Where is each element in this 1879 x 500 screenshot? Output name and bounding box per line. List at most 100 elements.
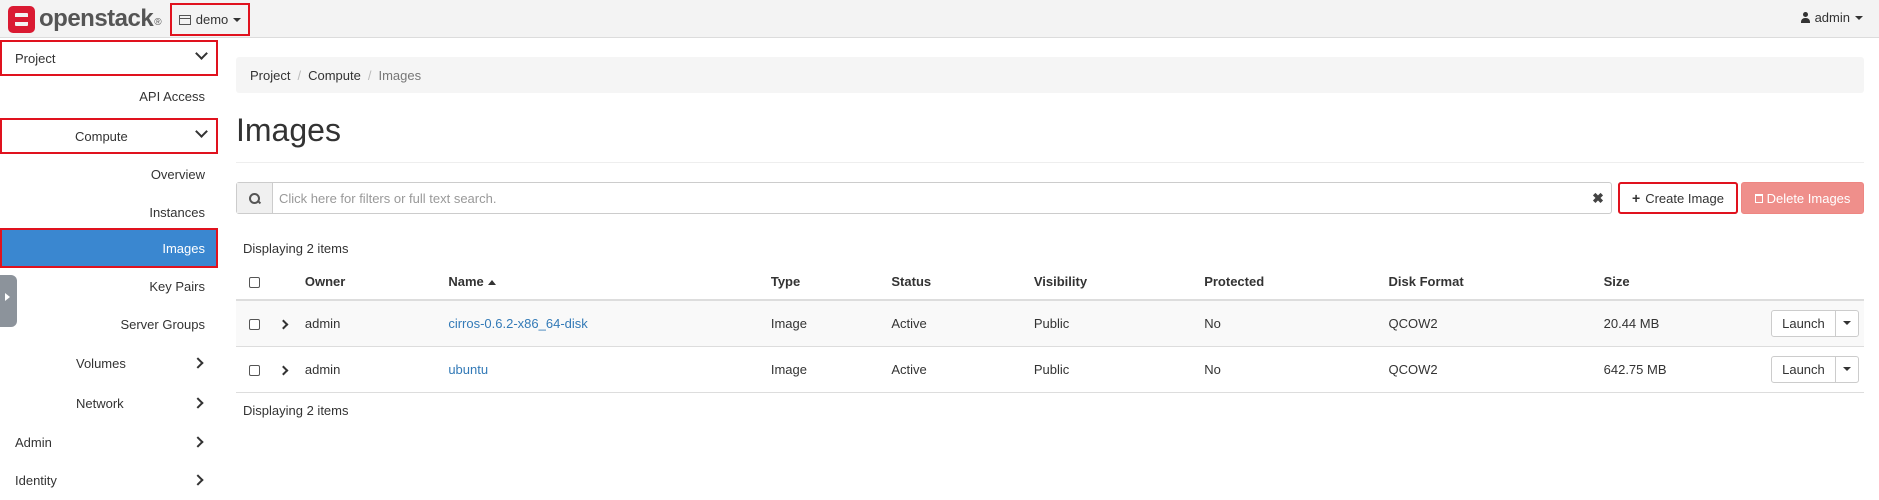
table-header-row: Owner Name Type Status Visibility Protec… (236, 264, 1864, 301)
create-image-button[interactable]: + Create Image (1618, 182, 1738, 214)
trash-icon (1754, 193, 1763, 203)
sidebar-item-label: Network (76, 395, 124, 411)
cell-name: ubuntu (448, 346, 771, 393)
row-actions-dropdown[interactable] (1836, 311, 1858, 336)
user-icon (1800, 12, 1810, 23)
cell-actions: Launch (1770, 346, 1864, 393)
sidebar-item-project[interactable]: Project (0, 40, 218, 76)
row-actions-dropdown[interactable] (1836, 357, 1858, 382)
cell-size: 642.75 MB (1603, 346, 1771, 393)
delete-images-label: Delete Images (1766, 190, 1851, 206)
image-name-link[interactable]: ubuntu (448, 362, 488, 377)
column-header-protected[interactable]: Protected (1204, 264, 1389, 301)
row-expand-cell (260, 300, 305, 347)
sidebar-item-images[interactable]: Images (0, 228, 218, 268)
row-select-cell (236, 346, 260, 393)
sidebar-item-overview[interactable]: Overview (0, 156, 218, 192)
sidebar-item-server-groups[interactable]: Server Groups (0, 306, 218, 342)
logo-text: openstack (39, 5, 154, 32)
top-navbar: openstack ® demo admin (0, 0, 1879, 38)
select-all-cell (236, 264, 260, 301)
sidebar-item-volumes[interactable]: Volumes (0, 345, 218, 381)
sidebar-toggle-handle[interactable] (0, 275, 17, 327)
caret-down-icon (1842, 321, 1851, 326)
user-menu-label: admin (1814, 10, 1850, 25)
breadcrumb-item-images: Images (378, 67, 422, 83)
caret-down-icon (233, 17, 242, 22)
cell-disk-format: QCOW2 (1388, 346, 1604, 393)
breadcrumb-separator: / (367, 67, 372, 83)
search-icon (249, 192, 260, 204)
cell-protected: No (1204, 300, 1389, 347)
column-header-disk-format[interactable]: Disk Format (1388, 264, 1604, 301)
search-addon[interactable] (237, 183, 273, 213)
column-header-name-label: Name (448, 274, 484, 289)
sidebar: Project API Access Compute Overview Inst… (0, 38, 218, 500)
cell-disk-format: QCOW2 (1388, 300, 1604, 347)
row-checkbox[interactable] (249, 364, 260, 376)
cell-type: Image (770, 346, 892, 393)
sidebar-item-api-access[interactable]: API Access (0, 78, 218, 114)
column-header-owner[interactable]: Owner (304, 264, 449, 301)
select-all-checkbox[interactable] (249, 277, 260, 289)
cell-size: 20.44 MB (1603, 300, 1771, 347)
sidebar-item-network[interactable]: Network (0, 385, 218, 421)
expand-header (260, 264, 305, 301)
column-header-status[interactable]: Status (891, 264, 1034, 301)
sidebar-item-admin[interactable]: Admin (0, 424, 218, 460)
chevron-right-icon[interactable] (278, 365, 289, 375)
user-menu[interactable]: admin (1800, 10, 1863, 25)
cell-name: cirros-0.6.2-x86_64-disk (448, 300, 771, 347)
column-header-name[interactable]: Name (448, 264, 771, 301)
chevron-down-icon (195, 47, 208, 60)
row-checkbox[interactable] (249, 318, 260, 330)
launch-button[interactable]: Launch (1772, 310, 1836, 336)
table-icon (178, 14, 191, 25)
sidebar-item-label: Images (162, 240, 205, 256)
filter-search-bar: ✖ (236, 182, 1612, 214)
chevron-right-icon (192, 436, 204, 448)
plus-icon: + (1632, 190, 1641, 206)
column-header-size[interactable]: Size (1603, 264, 1771, 301)
breadcrumb-separator: / (297, 67, 302, 83)
project-switcher[interactable]: demo (170, 3, 250, 36)
breadcrumb: Project / Compute / Images (236, 57, 1864, 93)
cell-visibility: Public (1033, 346, 1205, 393)
chevron-right-icon[interactable] (278, 319, 289, 330)
cell-visibility: Public (1033, 300, 1205, 347)
column-header-visibility[interactable]: Visibility (1033, 264, 1205, 301)
delete-images-button[interactable]: Delete Images (1741, 182, 1864, 214)
sidebar-item-label: Project (15, 50, 56, 66)
cell-status: Active (891, 346, 1034, 393)
search-input[interactable] (273, 183, 1585, 213)
cell-status: Active (891, 300, 1034, 347)
sidebar-item-identity[interactable]: Identity (0, 462, 218, 498)
sidebar-item-label: Server Groups (120, 316, 205, 332)
launch-button-group: Launch (1770, 355, 1859, 383)
cell-owner: admin (304, 300, 449, 347)
column-header-type[interactable]: Type (770, 264, 892, 301)
clear-icon[interactable]: ✖ (1585, 190, 1611, 207)
table-row: admin ubuntu Image Active Public No QCOW… (236, 346, 1864, 393)
row-select-cell (236, 300, 260, 347)
display-count-top: Displaying 2 items (243, 241, 349, 256)
cell-actions: Launch (1770, 300, 1864, 347)
sidebar-item-key-pairs[interactable]: Key Pairs (0, 268, 218, 304)
project-switcher-label: demo (195, 12, 229, 27)
sidebar-item-instances[interactable]: Instances (0, 194, 218, 230)
sidebar-item-label: API Access (139, 88, 205, 104)
chevron-down-icon (195, 125, 208, 138)
breadcrumb-item-project[interactable]: Project (250, 68, 290, 83)
create-image-label: Create Image (1645, 190, 1724, 206)
image-name-link[interactable]: cirros-0.6.2-x86_64-disk (448, 316, 587, 331)
chevron-right-icon (192, 357, 204, 369)
breadcrumb-item-compute[interactable]: Compute (308, 68, 361, 83)
cell-protected: No (1204, 346, 1389, 393)
sidebar-item-label: Volumes (76, 355, 126, 371)
openstack-logo[interactable]: openstack ® (8, 4, 162, 34)
sidebar-item-label: Admin (15, 434, 52, 450)
launch-button[interactable]: Launch (1772, 356, 1836, 382)
sidebar-item-label: Instances (149, 204, 205, 220)
sort-ascending-icon (487, 280, 496, 286)
sidebar-item-compute[interactable]: Compute (0, 118, 218, 154)
